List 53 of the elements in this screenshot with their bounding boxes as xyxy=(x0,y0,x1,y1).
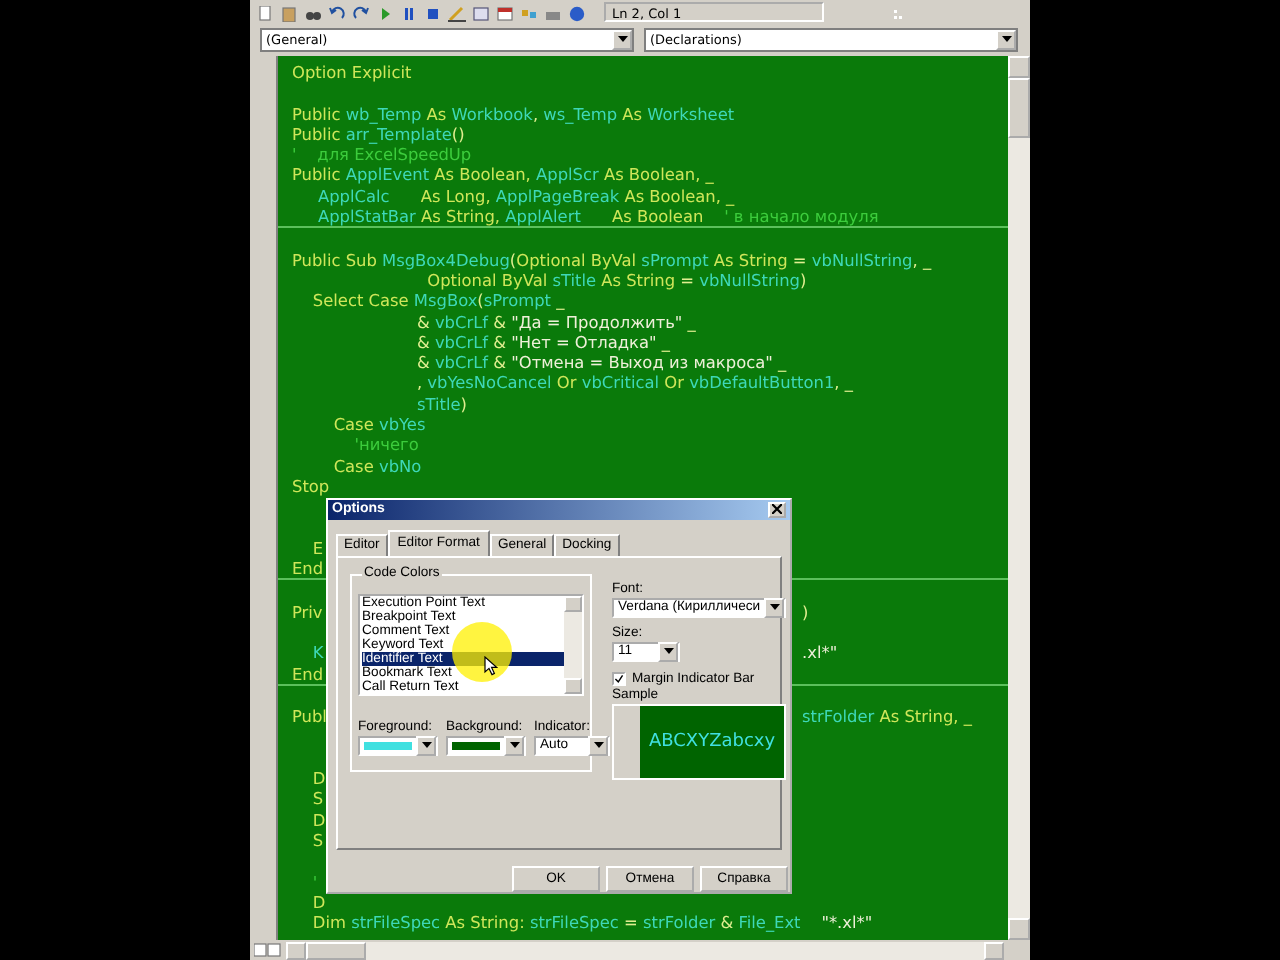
document-icon[interactable] xyxy=(256,6,274,22)
code-line: Optional ByVal sTitle As String = vbNullString) xyxy=(427,269,807,290)
code-line: strFolder As String, _ xyxy=(802,706,972,727)
code-line: ApplCalc As Long, ApplPageBreak As Boolean, _ xyxy=(316,185,735,206)
code-line: & vbCrLf & "Нет = Отладка" _ xyxy=(414,331,670,352)
sample-text: ABCXYZabcxy xyxy=(640,705,785,778)
checkbox[interactable] xyxy=(612,671,626,686)
close-button[interactable] xyxy=(768,501,786,518)
code-line: Priv xyxy=(292,601,323,623)
list-scrollbar[interactable] xyxy=(564,595,582,694)
code-line: Dim strFileSpec As String: strFileSpec = strFolder & File_Ext "*.xl*" xyxy=(310,912,873,933)
code-line: S xyxy=(310,788,324,809)
code-line: S xyxy=(310,829,324,850)
code-line: Case vbNo xyxy=(331,455,422,476)
redo-icon[interactable] xyxy=(352,6,370,22)
code-line: ApplStatBar As String, ApplAlert As Boolean ' в начало модуля xyxy=(316,206,879,227)
code-line: sTitle) xyxy=(414,393,467,414)
code-line: End xyxy=(292,558,324,579)
code-line: Stop xyxy=(292,475,330,496)
background-combo[interactable] xyxy=(446,735,526,756)
code-line: Option Explicit xyxy=(292,62,412,82)
vertical-scrollbar[interactable] xyxy=(1008,56,1030,940)
view-toggle-icon[interactable] xyxy=(254,942,282,958)
toolbar-grip-icon[interactable] xyxy=(894,6,904,22)
properties-icon[interactable] xyxy=(496,6,514,22)
code-line: Publ xyxy=(292,706,327,727)
code-line: Public arr_Template() xyxy=(292,123,465,144)
clipboard-icon[interactable] xyxy=(280,6,298,22)
code-line: Case vbYes xyxy=(331,414,426,435)
code-line: E xyxy=(310,537,324,558)
code-line: 'ничего xyxy=(352,434,419,455)
code-line: ' для ExcelSpeedUp xyxy=(292,144,472,165)
code-line: Public wb_Temp As Workbook, ws_Temp As Worksheet xyxy=(292,103,735,124)
code-line: ' xyxy=(310,871,318,892)
code-line: Public Sub MsgBox4Debug(Optional ByVal sPrompt As String = vbNullString, _ xyxy=(292,249,932,270)
code-line: D xyxy=(310,809,326,830)
pause-icon[interactable] xyxy=(400,6,418,22)
undo-icon[interactable] xyxy=(328,6,346,22)
code-line: D xyxy=(310,768,326,789)
code-line: , vbYesNoCancel Or vbCritical Or vbDefaultButton1, _ xyxy=(414,372,853,393)
binoculars-icon[interactable] xyxy=(304,6,322,22)
code-line: Select Case MsgBox(sPrompt _ xyxy=(310,290,565,311)
code-line: K xyxy=(310,642,324,664)
code-line: .xl*" xyxy=(802,642,838,664)
code-line: End xyxy=(292,663,324,684)
code-line: & vbCrLf & "Отмена = Выход из макроса" _ xyxy=(414,352,787,373)
stop-icon[interactable] xyxy=(424,6,442,22)
code-line: ) xyxy=(802,601,809,623)
code-line: Public ApplEvent As Boolean, ApplScr As Boolean, _ xyxy=(292,164,714,185)
mouse-pointer-icon xyxy=(484,656,498,676)
code-line: D xyxy=(310,891,326,912)
code-line: & vbCrLf & "Да = Продолжить" _ xyxy=(414,311,696,332)
horizontal-scrollbar[interactable] xyxy=(286,941,1004,959)
